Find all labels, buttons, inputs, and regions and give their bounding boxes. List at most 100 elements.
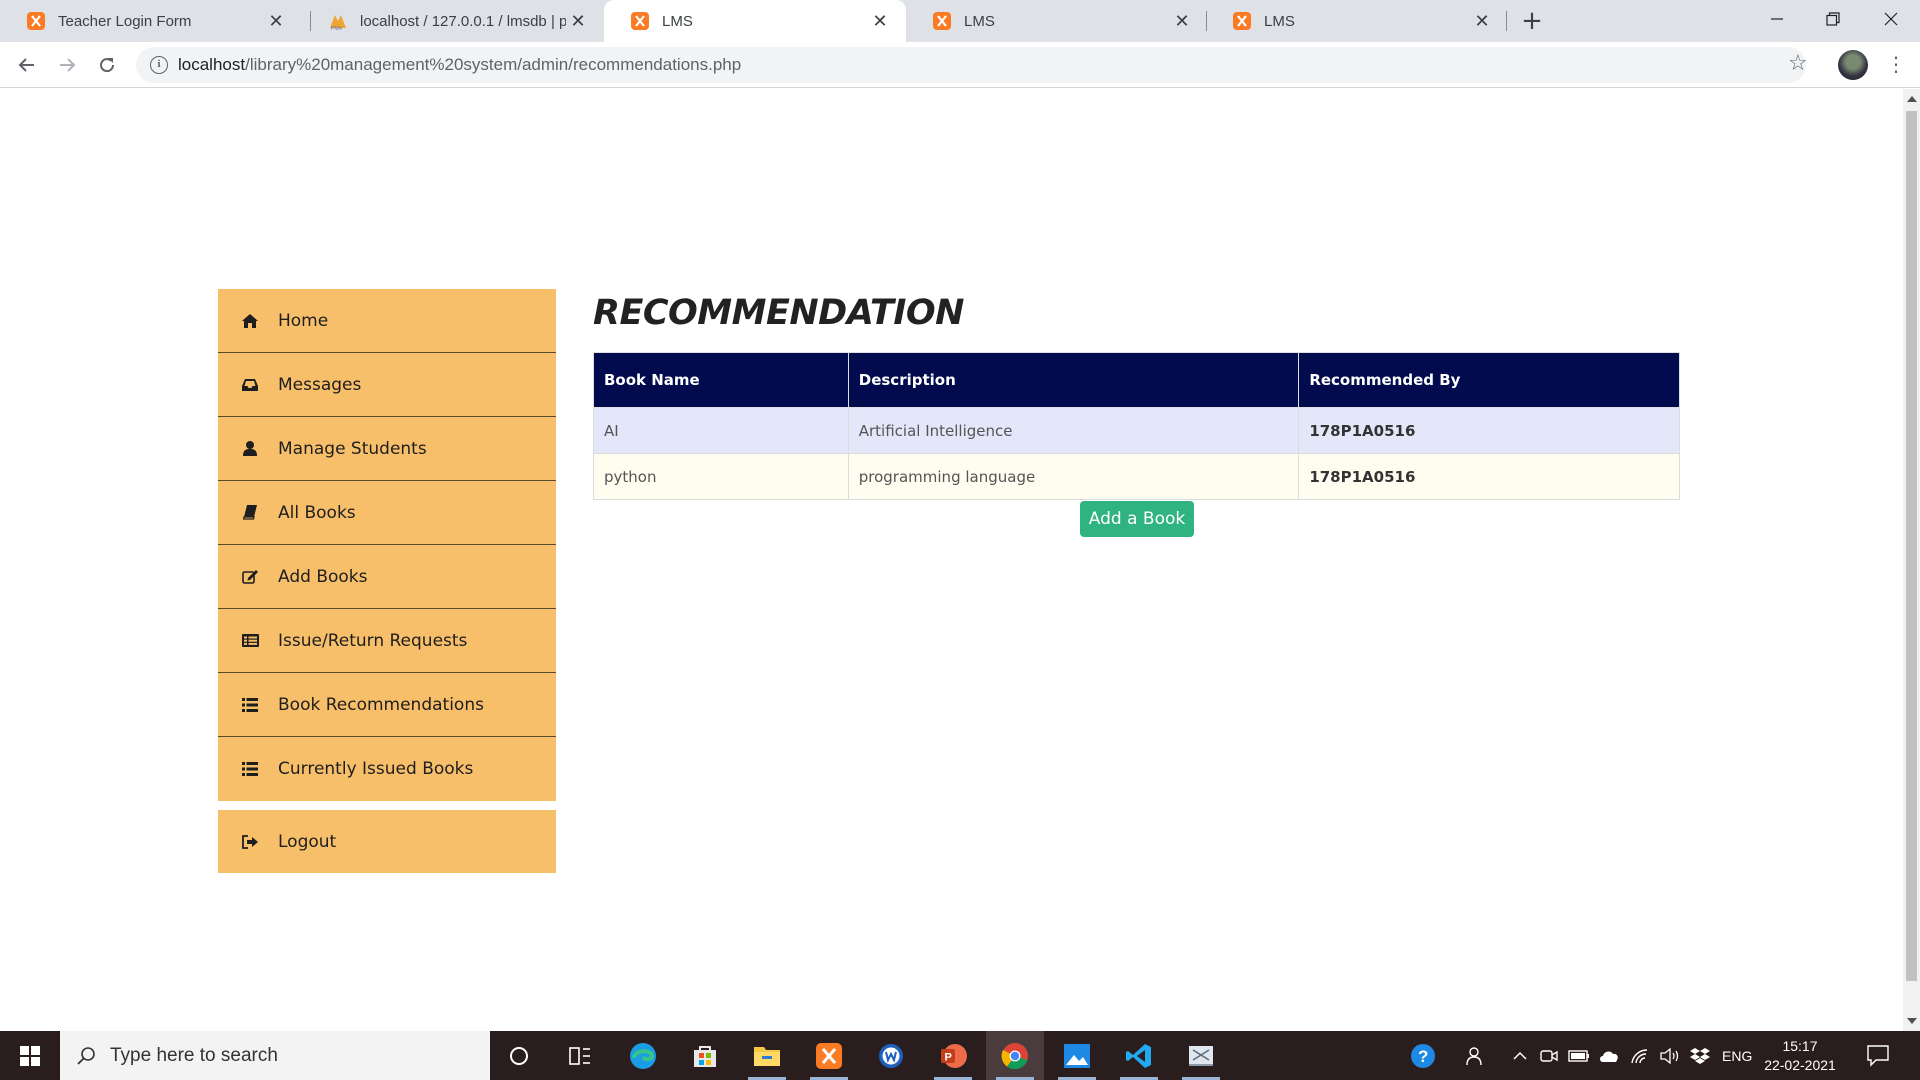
scrollbar-thumb[interactable] [1906,111,1917,981]
minimize-icon[interactable] [1748,0,1806,38]
url-host: localhost [178,55,246,74]
tab-lms-active[interactable]: LMS ✕ [604,0,906,42]
xampp-icon [631,12,649,30]
page-title: RECOMMENDATION [593,293,964,333]
bookmark-star-icon[interactable]: ☆ [1788,51,1808,76]
edit-icon [240,569,260,584]
close-tab-icon[interactable]: ✕ [566,9,590,33]
show-hidden-icons-chevron-icon[interactable] [1512,1031,1528,1080]
tab-title: LMS [964,12,995,30]
people-icon[interactable] [1466,1031,1486,1080]
cell-book-name: AI [593,407,849,454]
powerpoint-icon[interactable]: P [924,1031,982,1080]
reload-icon[interactable] [92,50,122,80]
action-center-icon[interactable] [1866,1043,1890,1067]
sidebar-item-issue-return-requests[interactable]: Issue/Return Requests [218,609,556,673]
list-icon [240,762,260,776]
search-icon [77,1046,95,1065]
restore-icon[interactable] [1804,0,1862,38]
dropbox-icon[interactable] [1690,1031,1710,1080]
menu-kebab-icon[interactable]: ⋮ [1886,52,1906,76]
windows-start-icon[interactable] [0,1031,60,1080]
table-row: python programming language 178P1A0516 [593,453,1680,500]
sidebar-item-label: Manage Students [278,438,427,459]
profile-avatar[interactable] [1838,50,1868,80]
file-explorer-icon[interactable] [738,1031,796,1080]
close-tab-icon[interactable]: ✕ [264,9,288,33]
forward-icon[interactable] [52,50,82,80]
sidebar-item-messages[interactable]: Messages [218,353,556,417]
sidebar-item-manage-students[interactable]: Manage Students [218,417,556,481]
windows-taskbar: Type here to search P ? ENG 15:17 22-02-… [0,1031,1920,1080]
browser-toolbar: i localhost/library%20management%20syste… [0,42,1920,88]
sidebar-item-label: Book Recommendations [278,694,484,715]
xampp-icon [1233,12,1251,30]
logout-button[interactable]: Logout [218,810,556,873]
sidebar-item-book-recommendations[interactable]: Book Recommendations [218,673,556,737]
logout-label: Logout [278,831,337,852]
address-bar[interactable]: i localhost/library%20management%20syste… [136,47,1806,83]
site-info-icon[interactable]: i [150,56,168,74]
app-w-icon[interactable] [862,1031,920,1080]
sidebar-item-label: Home [278,310,329,331]
scroll-down-arrow-icon[interactable] [1907,1018,1917,1024]
new-tab-icon[interactable]: + [1518,7,1546,35]
battery-icon[interactable] [1568,1031,1590,1080]
recommendations-table: Book Name Description Recommended By AI … [593,352,1680,500]
sidebar-item-home[interactable]: Home [218,289,556,353]
table-header-row: Book Name Description Recommended By [593,352,1680,408]
tab-title: LMS [1264,12,1295,30]
volume-icon[interactable] [1660,1031,1682,1080]
scroll-up-arrow-icon[interactable] [1907,96,1917,102]
xampp-icon [933,12,951,30]
xampp-taskbar-icon[interactable] [800,1031,858,1080]
url-text: localhost/library%20management%20system/… [178,55,741,75]
task-view-icon[interactable] [551,1031,609,1080]
tab-lms-3[interactable]: LMS ✕ [1206,0,1508,42]
tab-phpmyadmin[interactable]: PMA localhost / 127.0.0.1 / lmsdb | php … [302,0,604,42]
cell-description: programming language [847,453,1300,500]
chrome-icon[interactable] [986,1031,1044,1080]
taskbar-clock[interactable]: 15:17 22-02-2021 [1760,1037,1840,1075]
clock-time: 15:17 [1782,1038,1818,1054]
close-tab-icon[interactable]: ✕ [1470,9,1494,33]
meet-now-icon[interactable] [1540,1031,1558,1080]
language-indicator[interactable]: ENG [1722,1031,1752,1080]
sidebar-item-all-books[interactable]: All Books [218,481,556,545]
sidebar-item-currently-issued-books[interactable]: Currently Issued Books [218,737,556,801]
inbox-icon [240,378,260,392]
vscode-icon[interactable] [1110,1031,1168,1080]
close-tab-icon[interactable]: ✕ [868,9,892,33]
table-row: AI Artificial Intelligence 178P1A0516 [593,407,1680,454]
clock-date: 22-02-2021 [1764,1057,1836,1073]
sidebar-item-label: Issue/Return Requests [278,630,468,651]
wifi-icon[interactable] [1630,1031,1650,1080]
close-window-icon[interactable] [1862,0,1920,38]
taskbar-search-box[interactable]: Type here to search [60,1031,490,1080]
page-viewport: Home Messages Manage Students All Books … [0,89,1903,1031]
sidebar-item-add-books[interactable]: Add Books [218,545,556,609]
add-a-book-button[interactable]: Add a Book [1080,501,1194,537]
tab-title: LMS [662,12,693,30]
page-scrollbar[interactable] [1903,89,1920,1031]
photos-icon[interactable] [1048,1031,1106,1080]
snipping-tool-icon[interactable] [1172,1031,1230,1080]
book-icon [240,505,260,520]
column-header-book-name: Book Name [593,352,849,408]
sidebar-item-label: Add Books [278,566,368,587]
xampp-icon [27,12,45,30]
logout-icon [240,834,260,849]
tab-lms-2[interactable]: LMS ✕ [906,0,1208,42]
store-icon[interactable] [676,1031,734,1080]
tab-teacher-login[interactable]: Teacher Login Form ✕ [0,0,302,42]
back-icon[interactable] [12,50,42,80]
onedrive-icon[interactable] [1598,1031,1620,1080]
help-icon[interactable]: ? [1410,1031,1436,1080]
sidebar-item-label: All Books [278,502,356,523]
cell-recommended-by: 178P1A0516 [1298,453,1680,500]
cortana-icon[interactable] [490,1031,548,1080]
list-icon [240,697,260,712]
edge-icon[interactable] [614,1031,672,1080]
close-tab-icon[interactable]: ✕ [1170,9,1194,33]
column-header-description: Description [847,352,1300,408]
